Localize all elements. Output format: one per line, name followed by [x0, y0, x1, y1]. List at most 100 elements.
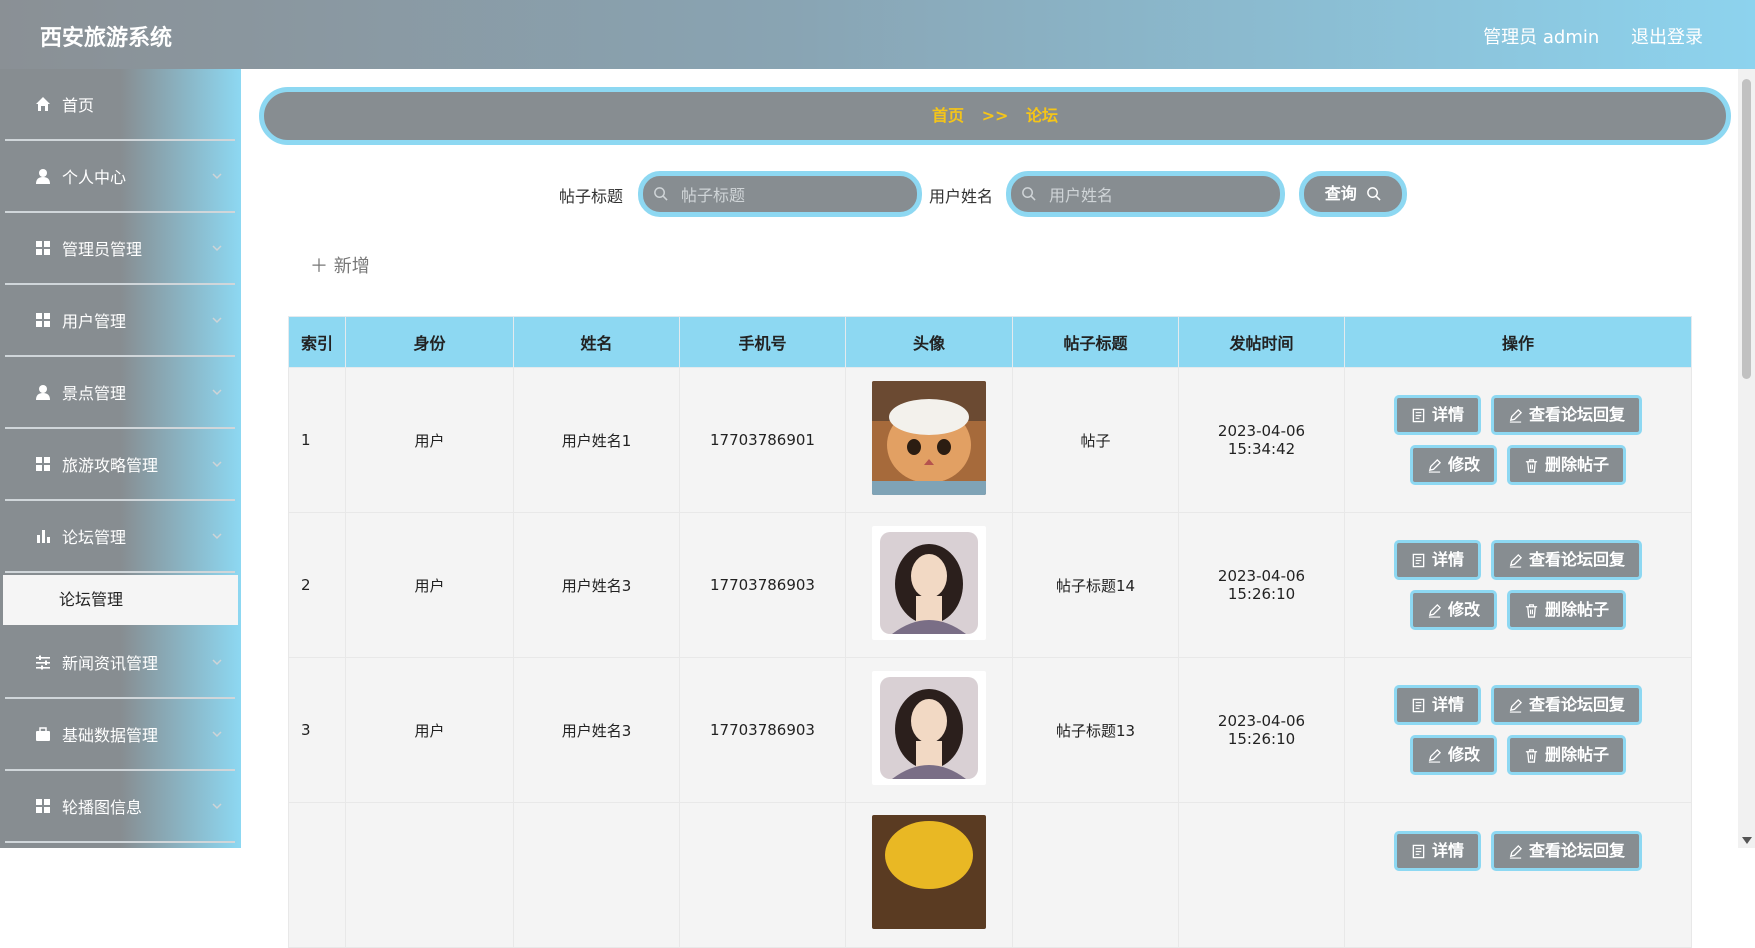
cell-name: 用户姓名1	[513, 367, 680, 513]
trash-icon	[1525, 603, 1538, 618]
sidebar-item-news-management[interactable]: 新闻资讯管理	[5, 627, 235, 699]
table-row: 详情 查看论坛回复	[288, 802, 1692, 948]
breadcrumb-home[interactable]: 首页	[932, 106, 964, 125]
sidebar-item-label: 用户管理	[62, 312, 127, 331]
sidebar-item-travel-guide-management[interactable]: 旅游攻略管理	[5, 429, 235, 501]
delete-post-button-label: 删除帖子	[1545, 745, 1610, 764]
col-header-actions: 操作	[1344, 316, 1692, 368]
sidebar-item-carousel-info[interactable]: 轮播图信息	[5, 771, 235, 843]
edit-icon	[1509, 553, 1523, 568]
cell-index: 3	[288, 657, 346, 803]
user-name-input[interactable]	[1047, 176, 1271, 214]
user-name-label: 用户姓名	[929, 187, 994, 206]
search-icon	[654, 187, 668, 201]
delete-post-button[interactable]: 删除帖子	[1507, 590, 1627, 630]
detail-button[interactable]: 详情	[1393, 540, 1481, 580]
sidebar-item-label: 新闻资讯管理	[62, 654, 159, 673]
sidebar-item-home[interactable]: 首页	[5, 69, 235, 141]
document-icon	[1412, 698, 1425, 712]
cell-post-title: 帖子	[1012, 367, 1179, 513]
edit-button[interactable]: 修改	[1409, 590, 1497, 630]
chevron-down-icon	[212, 731, 222, 738]
user-icon	[36, 169, 50, 184]
main-content: 首页 >> 论坛 帖子标题 用户姓名 查询 ＋ 新增	[241, 69, 1738, 948]
view-replies-button[interactable]: 查看论坛回复	[1491, 395, 1643, 435]
scrollbar-thumb[interactable]	[1742, 79, 1751, 379]
col-header-index: 索引	[288, 316, 346, 368]
cell-post-time: 2023-04-06 15:34:42	[1178, 367, 1345, 513]
logout-link[interactable]: 退出登录	[1631, 27, 1703, 48]
cell-actions: 详情 查看论坛回复 修改 删除帖子	[1344, 512, 1692, 658]
vertical-scrollbar[interactable]	[1738, 69, 1755, 848]
breadcrumb-current: 论坛	[1025, 106, 1058, 125]
sidebar-item-personal-center[interactable]: 个人中心	[5, 141, 235, 213]
view-replies-button[interactable]: 查看论坛回复	[1491, 831, 1643, 871]
table-row: 1 用户 用户姓名1 17703786901 帖子 2023-04-06 15:…	[288, 367, 1692, 513]
chevron-down-icon	[212, 317, 222, 324]
add-button[interactable]: ＋ 新增	[310, 252, 370, 278]
view-replies-button-label: 查看论坛回复	[1529, 550, 1626, 569]
cell-actions: 详情 查看论坛回复 修改 删除帖子	[1344, 367, 1692, 513]
post-title-input[interactable]	[679, 176, 903, 214]
sidebar: 首页 个人中心 管理员管理 用户管理 景点管理 旅游攻略管理 论坛管理 论坛管理…	[0, 69, 241, 848]
cell-avatar	[845, 512, 1013, 658]
submenu-item-forum-management[interactable]: 论坛管理	[3, 575, 238, 625]
admin-user-label[interactable]: 管理员 admin	[1483, 27, 1599, 48]
cell-phone: 17703786901	[679, 367, 846, 513]
grid-icon	[36, 799, 50, 813]
edit-icon	[1428, 748, 1442, 763]
sidebar-item-forum-management[interactable]: 论坛管理	[5, 501, 235, 573]
breadcrumb: 首页 >> 论坛	[259, 87, 1731, 145]
chevron-down-icon	[212, 173, 222, 180]
edit-button[interactable]: 修改	[1409, 445, 1497, 485]
cell-name	[513, 802, 680, 948]
cell-post-time: 2023-04-06 15:26:10	[1178, 657, 1345, 803]
detail-button[interactable]: 详情	[1393, 685, 1481, 725]
cell-phone: 17703786903	[679, 657, 846, 803]
post-title-field[interactable]	[638, 171, 922, 217]
view-replies-button[interactable]: 查看论坛回复	[1491, 540, 1643, 580]
plus-icon: ＋	[310, 256, 328, 277]
trash-icon	[1525, 748, 1538, 763]
chevron-down-icon	[212, 245, 222, 252]
sidebar-item-label: 首页	[62, 96, 95, 115]
query-button[interactable]: 查询	[1299, 171, 1407, 217]
chevron-down-icon	[212, 533, 222, 540]
col-header-role: 身份	[345, 316, 514, 368]
col-header-post-title: 帖子标题	[1012, 316, 1179, 368]
edit-button-label: 修改	[1447, 455, 1480, 474]
briefcase-icon	[36, 727, 50, 741]
chevron-down-icon	[212, 659, 222, 666]
col-header-name: 姓名	[513, 316, 680, 368]
cell-actions: 详情 查看论坛回复 修改 删除帖子	[1344, 657, 1692, 803]
cell-post-time	[1178, 802, 1345, 948]
grid-icon	[36, 457, 50, 471]
scroll-down-arrow-icon[interactable]	[1742, 837, 1752, 844]
sidebar-item-admin-management[interactable]: 管理员管理	[5, 213, 235, 285]
sidebar-item-attraction-management[interactable]: 景点管理	[5, 357, 235, 429]
col-header-post-time: 发帖时间	[1178, 316, 1345, 368]
user-name-field[interactable]	[1006, 171, 1285, 217]
table-header-row: 索引 身份 姓名 手机号 头像 帖子标题 发帖时间 操作	[288, 316, 1692, 368]
edit-icon	[1509, 408, 1523, 423]
sidebar-item-user-management[interactable]: 用户管理	[5, 285, 235, 357]
sliders-icon	[36, 655, 50, 670]
cell-post-title	[1012, 802, 1179, 948]
view-replies-button[interactable]: 查看论坛回复	[1491, 685, 1643, 725]
query-button-label: 查询	[1324, 184, 1357, 203]
delete-post-button[interactable]: 删除帖子	[1507, 445, 1627, 485]
sidebar-item-label: 论坛管理	[62, 528, 127, 547]
add-button-label: 新增	[333, 256, 370, 277]
avatar-image	[872, 526, 986, 640]
detail-button[interactable]: 详情	[1393, 395, 1481, 435]
delete-post-button-label: 删除帖子	[1545, 600, 1610, 619]
table-row: 2 用户 用户姓名3 17703786903 帖子标题14 2023-04-06…	[288, 512, 1692, 658]
detail-button[interactable]: 详情	[1393, 831, 1481, 871]
edit-icon	[1509, 844, 1523, 859]
cell-phone	[679, 802, 846, 948]
sidebar-item-basic-data-management[interactable]: 基础数据管理	[5, 699, 235, 771]
detail-button-label: 详情	[1431, 550, 1464, 569]
edit-button[interactable]: 修改	[1409, 735, 1497, 775]
bar-chart-icon	[37, 530, 50, 543]
delete-post-button[interactable]: 删除帖子	[1507, 735, 1627, 775]
